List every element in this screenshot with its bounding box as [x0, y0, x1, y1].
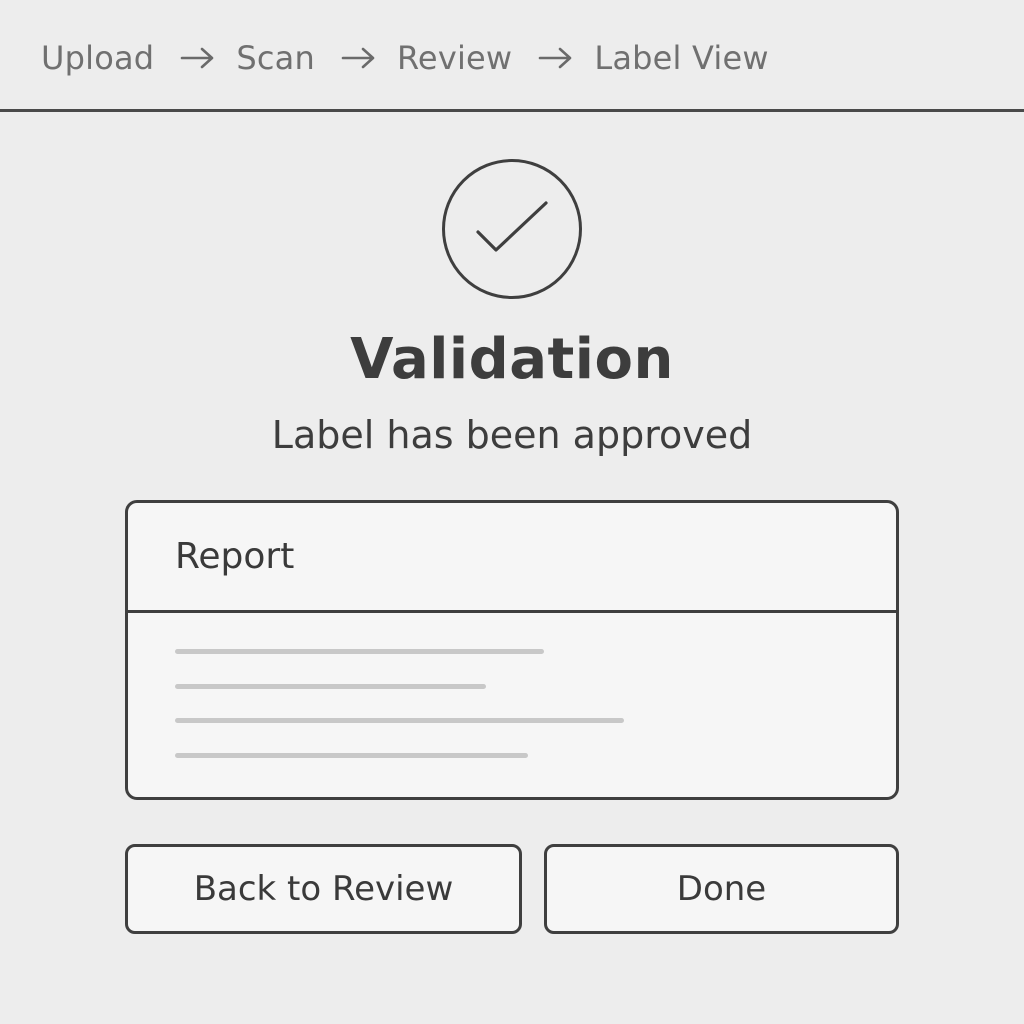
report-card: Report — [125, 500, 899, 800]
done-button[interactable]: Done — [544, 844, 899, 934]
check-circle-icon — [441, 158, 583, 300]
breadcrumb-step-upload[interactable]: Upload — [41, 39, 154, 77]
breadcrumb-step-review[interactable]: Review — [397, 39, 512, 77]
report-placeholder-line — [175, 718, 624, 723]
report-body — [128, 613, 896, 758]
report-placeholder-line — [175, 752, 528, 758]
breadcrumb-bar: Upload Scan Review Label View — [0, 0, 1024, 112]
report-title: Report — [175, 536, 295, 577]
validation-page: Upload Scan Review Label View Validation… — [0, 0, 1024, 1024]
back-to-review-button[interactable]: Back to Review — [125, 844, 522, 934]
breadcrumb: Upload Scan Review Label View — [41, 34, 769, 82]
status-message: Label has been approved — [271, 413, 753, 457]
arrow-right-icon — [538, 46, 574, 70]
breadcrumb-step-scan[interactable]: Scan — [236, 39, 315, 77]
report-placeholder-line — [175, 649, 544, 654]
arrow-right-icon — [341, 46, 377, 70]
report-header: Report — [128, 503, 896, 613]
report-placeholder-line — [175, 683, 486, 689]
arrow-right-icon — [180, 46, 216, 70]
page-title: Validation — [350, 327, 674, 392]
breadcrumb-step-label-view[interactable]: Label View — [594, 39, 768, 77]
